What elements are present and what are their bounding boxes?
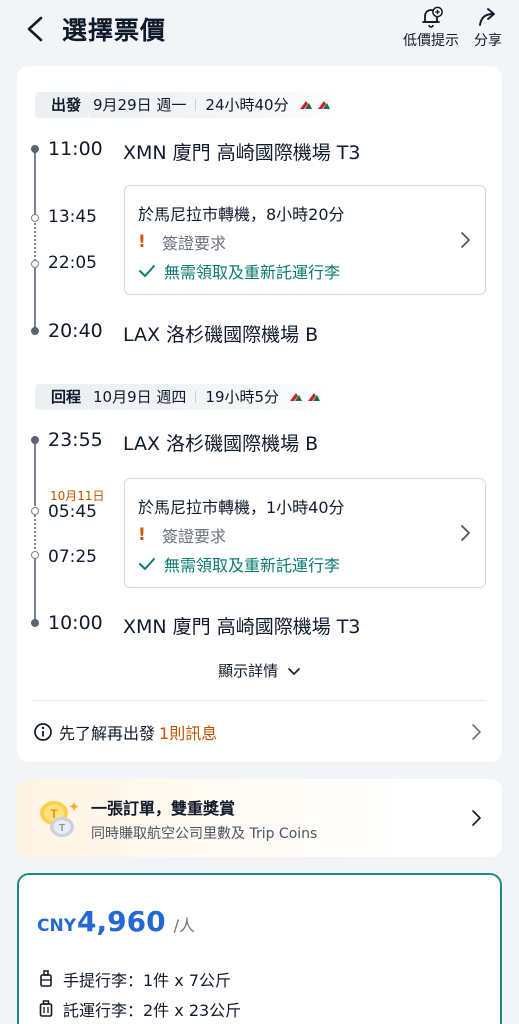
coins-icon: T T xyxy=(40,801,79,837)
return-tag: 回程 xyxy=(35,384,90,410)
outbound-layover-depart: 22:05 xyxy=(48,253,97,273)
outbound-tag: 出發 xyxy=(35,92,90,118)
check-icon xyxy=(139,265,155,277)
divider xyxy=(195,99,197,111)
timeline-layover xyxy=(34,219,36,265)
outbound-layover-arrive: 13:45 xyxy=(48,207,97,227)
flight-itinerary-card: 出發 9月29日 週一 24小時40分 11:00 XMN 廈門 高崎國際機場 … xyxy=(17,66,502,762)
warning-icon: ! xyxy=(138,232,146,252)
header-bar: 選擇票價 低價提示 分享 xyxy=(0,0,519,66)
timeline-line xyxy=(34,149,36,219)
svg-text:T: T xyxy=(59,823,65,834)
return-header: 回程 10月9日 週四 19小時5分 xyxy=(35,384,334,410)
return-depart-airport: LAX 洛杉磯國際機場 B xyxy=(123,433,319,455)
checked-bag-row: 託運行李：2件 x 23公斤 xyxy=(39,997,241,1021)
fare-option-card[interactable]: CNY 4,960 /人 手提行李：1件 x 7公斤 託運行李：2件 x 23公… xyxy=(17,873,502,1024)
baggage-text: 無需領取及重新託運行李 xyxy=(164,556,341,575)
airline-logo-icon xyxy=(299,100,331,110)
warning-icon: ! xyxy=(138,525,146,545)
carry-on-text: 手提行李：1件 x 7公斤 xyxy=(63,971,232,990)
outbound-depart-airport: XMN 廈門 高崎國際機場 T3 xyxy=(123,142,361,164)
visa-text: 簽證要求 xyxy=(162,234,227,253)
chevron-right-icon xyxy=(472,810,481,826)
show-details-button[interactable]: 顯示詳情 xyxy=(17,660,502,681)
timeline-dot xyxy=(31,436,39,444)
outbound-arrive-airport: LAX 洛杉磯國際機場 B xyxy=(123,324,319,346)
promo-subtitle: 同時賺取航空公司里數及 Trip Coins xyxy=(91,826,318,842)
return-date: 10月9日 週四 xyxy=(93,388,187,406)
return-arrive-time: 10:00 xyxy=(48,612,103,634)
chevron-right-icon xyxy=(461,525,470,541)
outbound-transfer-box[interactable]: 於馬尼拉市轉機，8小時20分 ! 簽證要求 無需領取及重新託運行李 xyxy=(124,185,486,295)
back-button[interactable] xyxy=(20,10,54,46)
transfer-text: 於馬尼拉市轉機，8小時20分 xyxy=(138,205,345,224)
show-details-label: 顯示詳情 xyxy=(218,662,279,680)
fare-price: CNY 4,960 /人 xyxy=(37,905,195,938)
chevron-left-icon xyxy=(27,16,43,42)
divider xyxy=(195,391,197,403)
share-label: 分享 xyxy=(474,33,502,49)
outbound-arrive-time: 20:40 xyxy=(48,320,103,342)
outbound-date: 9月29日 週一 xyxy=(93,96,187,114)
timeline-stop-dot xyxy=(31,214,39,222)
share-icon xyxy=(479,8,495,26)
timeline-stop-dot xyxy=(31,551,39,559)
carry-on-bag-icon xyxy=(40,970,52,987)
bell-plus-icon xyxy=(422,6,443,28)
outbound-depart-time: 11:00 xyxy=(48,138,103,160)
baggage-text: 無需領取及重新託運行李 xyxy=(164,263,341,282)
page-title: 選擇票價 xyxy=(62,16,167,45)
price-alert-button[interactable]: 低價提示 xyxy=(398,6,464,50)
timeline-line xyxy=(34,265,36,332)
airline-logo-icon xyxy=(289,392,321,402)
chevron-down-icon xyxy=(288,667,300,675)
rewards-promo-card[interactable]: T T 一張訂單，雙重獎賞 同時賺取航空公司里數及 Trip Coins xyxy=(17,779,502,857)
share-button[interactable]: 分享 xyxy=(468,6,508,50)
price-alert-label: 低價提示 xyxy=(403,33,459,49)
return-depart-time: 23:55 xyxy=(48,429,103,451)
transfer-text: 於馬尼拉市轉機，1小時40分 xyxy=(138,498,345,517)
checked-bag-text: 託運行李：2件 x 23公斤 xyxy=(63,1001,242,1020)
return-transfer-box[interactable]: 於馬尼拉市轉機，1小時40分 ! 簽證要求 無需領取及重新託運行李 xyxy=(124,478,486,588)
return-duration: 19小時5分 xyxy=(205,388,280,406)
return-layover-depart: 07:25 xyxy=(48,547,97,567)
price-per-person: /人 xyxy=(173,916,195,935)
check-icon xyxy=(139,558,155,570)
outbound-duration: 24小時40分 xyxy=(205,96,289,114)
travel-info-row[interactable]: 先了解再出發 1則訊息 xyxy=(33,720,486,744)
chevron-right-icon xyxy=(472,724,481,740)
suitcase-icon xyxy=(39,1000,53,1017)
travel-info-label: 先了解再出發 xyxy=(59,724,156,743)
promo-title: 一張訂單，雙重獎賞 xyxy=(91,799,236,818)
outbound-header: 出發 9月29日 週一 24小時40分 xyxy=(35,92,343,118)
chevron-right-icon xyxy=(461,232,470,248)
visa-text: 簽證要求 xyxy=(162,527,227,546)
return-arrive-airport: XMN 廈門 高崎國際機場 T3 xyxy=(123,616,361,638)
timeline-dot xyxy=(31,145,39,153)
travel-info-count: 1則訊息 xyxy=(159,724,218,743)
timeline-dot xyxy=(31,327,39,335)
carry-on-row: 手提行李：1件 x 7公斤 xyxy=(39,967,231,991)
return-layover-arrive: 05:45 xyxy=(48,502,97,522)
timeline-stop-dot xyxy=(31,260,39,268)
price-currency: CNY xyxy=(37,916,77,936)
price-amount: 4,960 xyxy=(77,905,166,938)
info-icon xyxy=(34,723,52,741)
timeline-stop-dot xyxy=(31,507,39,515)
timeline-line xyxy=(34,440,36,504)
timeline-dot xyxy=(31,619,39,627)
timeline-line xyxy=(34,556,36,624)
divider xyxy=(33,700,486,701)
